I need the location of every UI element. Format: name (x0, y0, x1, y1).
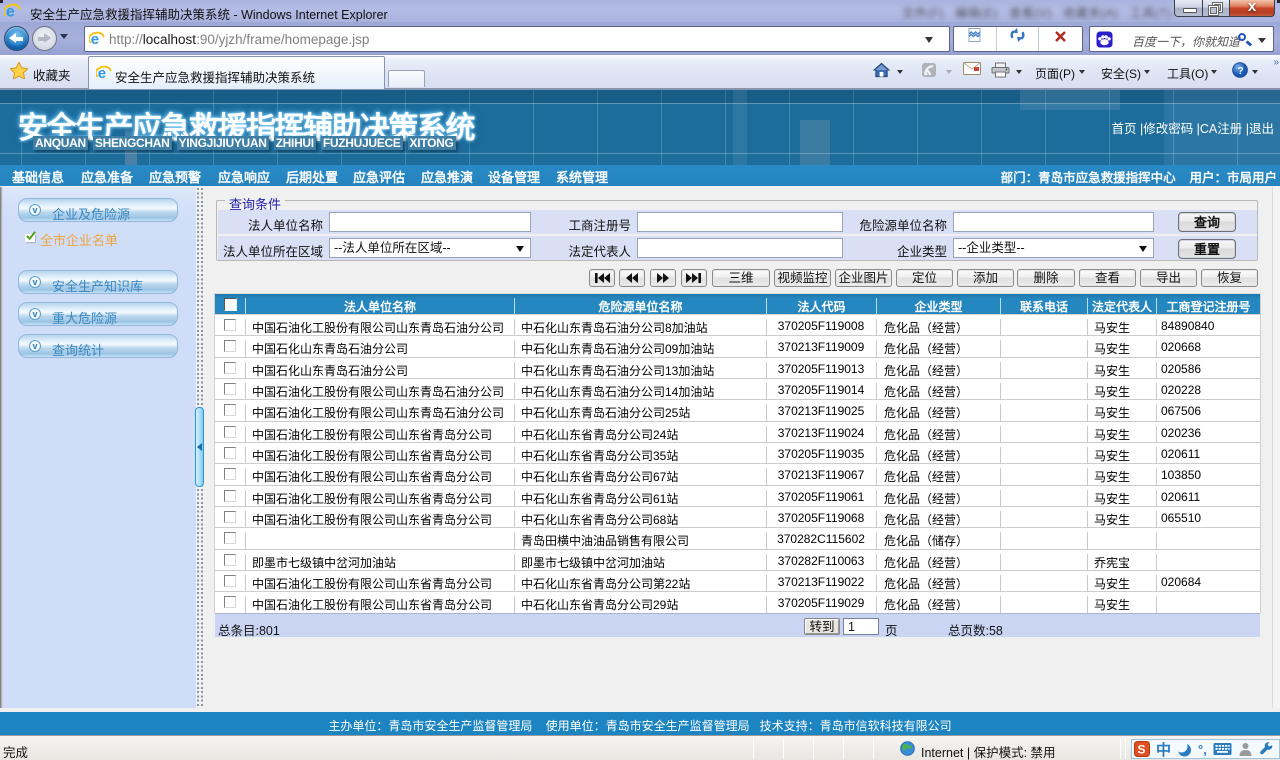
svg-text:S: S (1138, 743, 1146, 757)
svg-text:?: ? (1237, 66, 1243, 77)
